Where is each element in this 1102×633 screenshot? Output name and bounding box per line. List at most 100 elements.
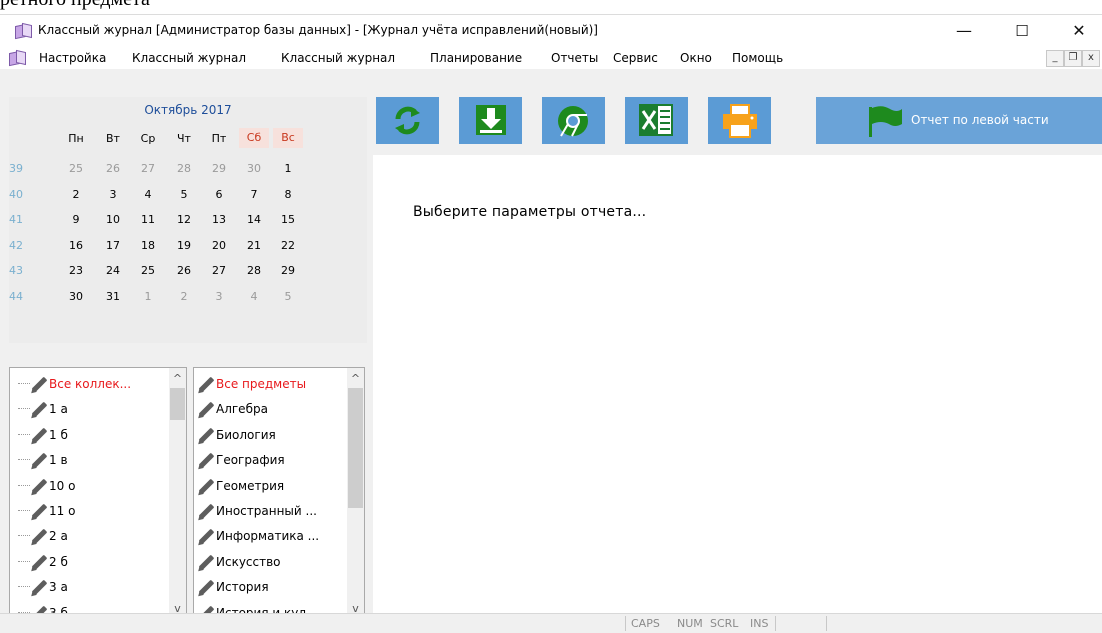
calendar-day[interactable]: 28 [239, 264, 269, 277]
collectives-scrollbar[interactable]: ^ v [169, 368, 186, 619]
calendar-day[interactable]: 28 [169, 162, 199, 175]
subject-item[interactable]: Все предметы [194, 372, 344, 397]
calendar-day[interactable]: 23 [61, 264, 91, 277]
pencil-icon [196, 450, 216, 472]
calendar-day[interactable]: 26 [169, 264, 199, 277]
pencil-icon [29, 577, 49, 599]
calendar-day[interactable]: 3 [98, 188, 128, 201]
calendar-day[interactable]: 16 [61, 239, 91, 252]
calendar-day[interactable]: 31 [98, 290, 128, 303]
collective-item[interactable]: 2 б [10, 550, 160, 575]
calendar-day[interactable]: 9 [61, 213, 91, 226]
scroll-up-button[interactable]: ^ [347, 370, 364, 387]
calendar-day[interactable]: 4 [133, 188, 163, 201]
collective-item[interactable]: 11 о [10, 499, 160, 524]
menu-reports[interactable]: Отчеты [551, 51, 598, 65]
calendar-day[interactable]: 3 [204, 290, 234, 303]
calendar-day[interactable]: 14 [239, 213, 269, 226]
calendar-day[interactable]: 11 [133, 213, 163, 226]
calendar-day[interactable]: 25 [133, 264, 163, 277]
calendar-day[interactable]: 24 [98, 264, 128, 277]
calendar-day[interactable]: 13 [204, 213, 234, 226]
pencil-icon [196, 526, 216, 548]
collective-item[interactable]: 2 а [10, 524, 160, 549]
calendar-day[interactable]: 27 [204, 264, 234, 277]
download-button[interactable] [459, 97, 522, 144]
mdi-close-button[interactable]: x [1082, 50, 1100, 67]
collective-item[interactable]: 1 в [10, 448, 160, 473]
calendar-day[interactable]: 20 [204, 239, 234, 252]
calendar-day[interactable]: 17 [98, 239, 128, 252]
menu-service[interactable]: Сервис [613, 51, 658, 65]
subjects-list[interactable]: Все предметы Алгебра Биология География Геом… [193, 367, 365, 620]
calendar-month-title[interactable]: Октябрь 2017 [9, 103, 367, 117]
subject-item[interactable]: История [194, 575, 344, 600]
collective-item[interactable]: 1 а [10, 397, 160, 422]
calendar-day[interactable]: 2 [61, 188, 91, 201]
list-item-label: Биология [216, 427, 276, 442]
calendar-day[interactable]: 7 [239, 188, 269, 201]
subject-item[interactable]: Биология [194, 423, 344, 448]
calendar-day[interactable]: 30 [61, 290, 91, 303]
close-button[interactable]: ✕ [1056, 15, 1102, 47]
calendar-day[interactable]: 29 [204, 162, 234, 175]
calendar-day[interactable]: 15 [273, 213, 303, 226]
calendar-day[interactable]: 22 [273, 239, 303, 252]
calendar-day[interactable]: 18 [133, 239, 163, 252]
calendar-day[interactable]: 27 [133, 162, 163, 175]
scroll-up-button[interactable]: ^ [169, 370, 186, 387]
calendar-day[interactable]: 2 [169, 290, 199, 303]
excel-export-button[interactable] [625, 97, 688, 144]
calendar-day[interactable]: 26 [98, 162, 128, 175]
month-calendar[interactable]: Октябрь 2017 Пн Вт Ср Чт Пт Сб Вс 39 25 26… [9, 97, 367, 343]
calendar-day[interactable]: 10 [98, 213, 128, 226]
print-button[interactable] [708, 97, 771, 144]
subject-item[interactable]: Алгебра [194, 397, 344, 422]
menu-settings[interactable]: Настройка [39, 51, 106, 65]
subject-item[interactable]: Иностранный ... [194, 499, 344, 524]
subject-item[interactable]: География [194, 448, 344, 473]
subject-item[interactable]: Геометрия [194, 474, 344, 499]
pencil-icon [196, 425, 216, 447]
calendar-day[interactable]: 25 [61, 162, 91, 175]
collective-item[interactable]: Все коллек... [10, 372, 160, 397]
list-item-label: 3 а [49, 580, 68, 595]
subjects-scrollbar[interactable]: ^ v [347, 368, 364, 619]
calendar-day[interactable]: 19 [169, 239, 199, 252]
refresh-button[interactable] [376, 97, 439, 144]
collectives-list[interactable]: Все коллек...1 а1 б1 в10 о11 о2 а2 б3 а3… [9, 367, 187, 620]
subject-item[interactable]: Искусство [194, 550, 344, 575]
mdi-restore-button[interactable]: ❐ [1064, 50, 1082, 67]
calendar-day[interactable]: 5 [273, 290, 303, 303]
weekday-header-sunday: Вс [273, 128, 303, 148]
calendar-day[interactable]: 12 [169, 213, 199, 226]
maximize-button[interactable]: ☐ [999, 15, 1045, 47]
scroll-thumb[interactable] [170, 388, 185, 420]
minimize-button[interactable]: — [941, 15, 987, 47]
calendar-day[interactable]: 1 [133, 290, 163, 303]
subject-item[interactable]: Информатика ... [194, 524, 344, 549]
report-left-part-button[interactable]: Отчет по левой части [816, 97, 1102, 144]
calendar-day[interactable]: 1 [273, 162, 303, 175]
pencil-icon [29, 425, 49, 447]
collective-item[interactable]: 1 б [10, 423, 160, 448]
menu-class-journal-2[interactable]: Классный журнал [281, 51, 395, 65]
calendar-day[interactable]: 21 [239, 239, 269, 252]
calendar-day[interactable]: 5 [169, 188, 199, 201]
calendar-day[interactable]: 29 [273, 264, 303, 277]
collective-item[interactable]: 3 а [10, 575, 160, 600]
browser-button[interactable] [542, 97, 605, 144]
list-item-label: 1 б [49, 427, 68, 442]
calendar-day[interactable]: 8 [273, 188, 303, 201]
collective-item[interactable]: 10 о [10, 474, 160, 499]
mdi-minimize-button[interactable]: _ [1046, 50, 1064, 67]
menu-planning[interactable]: Планирование [430, 51, 522, 65]
menu-window[interactable]: Окно [680, 51, 712, 65]
scroll-thumb[interactable] [348, 388, 363, 508]
calendar-day[interactable]: 30 [239, 162, 269, 175]
menu-class-journal[interactable]: Классный журнал [132, 51, 246, 65]
status-num: NUM [677, 617, 703, 630]
calendar-day[interactable]: 6 [204, 188, 234, 201]
menu-help[interactable]: Помощь [732, 51, 783, 65]
calendar-day[interactable]: 4 [239, 290, 269, 303]
